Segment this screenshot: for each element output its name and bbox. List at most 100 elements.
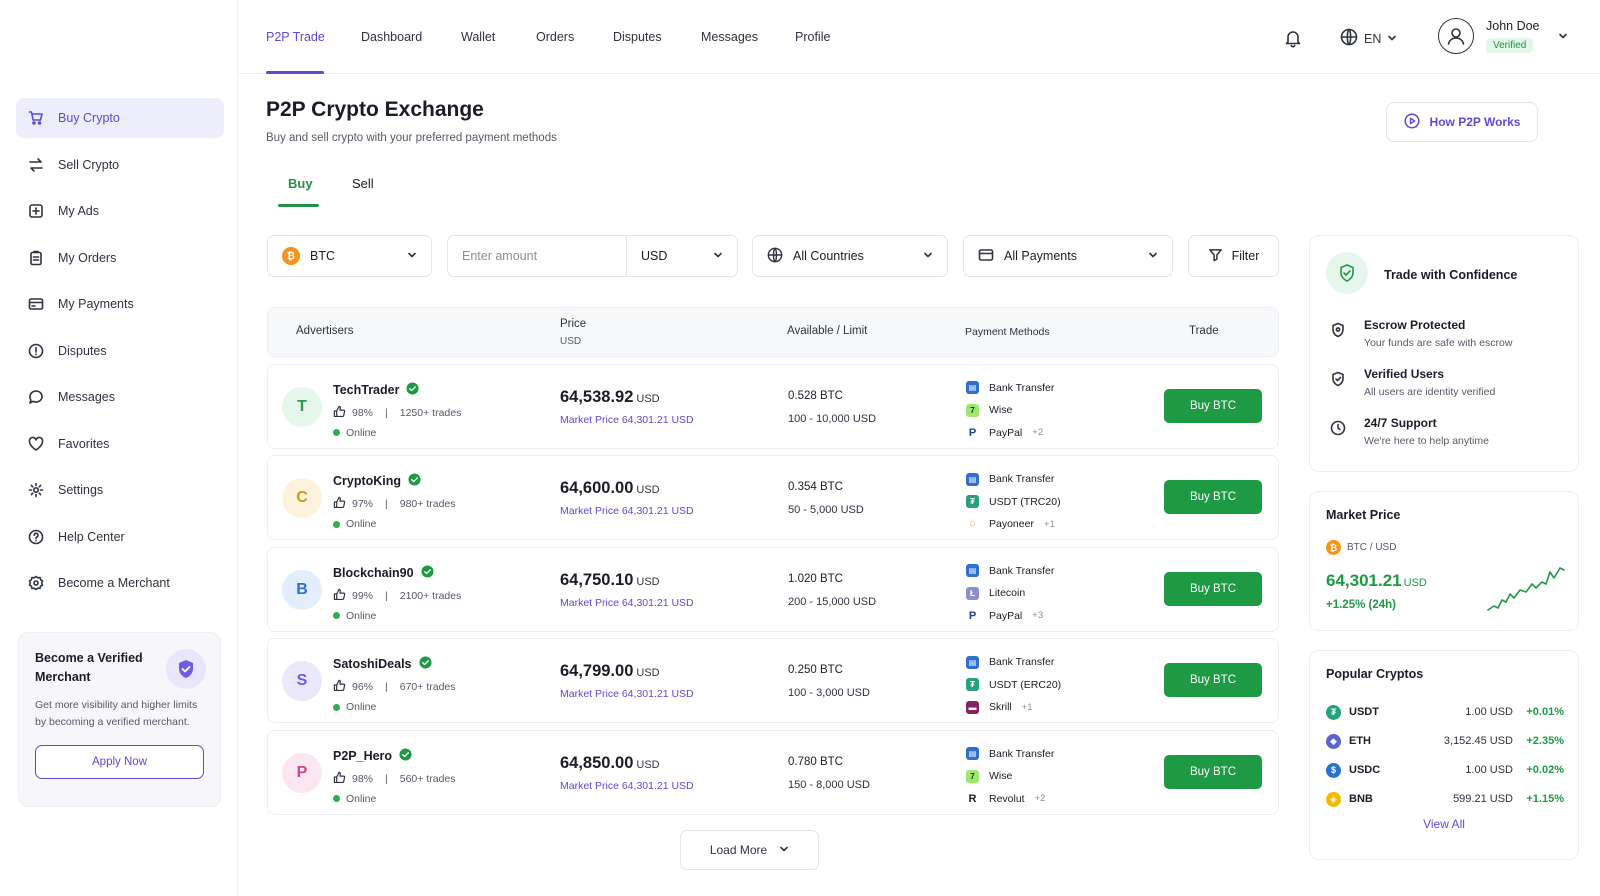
language-selector[interactable]: EN: [1340, 28, 1397, 49]
advertiser-name[interactable]: SatoshiDeals: [333, 656, 432, 672]
payment-method-label: Wise: [989, 770, 1013, 783]
bank-icon: ▤: [966, 472, 979, 486]
sidebar-item-help-center[interactable]: Help Center: [16, 517, 224, 557]
payment-methods: ▤ Bank Transfer ₮ USDT (ERC20) ▬ Skrill +1: [966, 651, 1061, 719]
payment-method: ▤ Bank Transfer: [966, 743, 1054, 766]
view-all-link[interactable]: View All: [1310, 817, 1578, 831]
available-amount: 0.780 BTC: [788, 755, 843, 768]
heart-icon: [28, 436, 44, 452]
sidebar-item-become-merchant[interactable]: Become a Merchant: [16, 563, 224, 603]
sidebar-item-my-orders[interactable]: My Orders: [16, 238, 224, 278]
bank-icon: ▤: [966, 381, 979, 395]
buy-btc-button[interactable]: Buy BTC: [1164, 663, 1262, 697]
sidebar-item-sell-crypto[interactable]: Sell Crypto: [16, 145, 224, 185]
sidebar-item-my-payments[interactable]: My Payments: [16, 284, 224, 324]
col-advertisers: Advertisers: [296, 325, 354, 337]
market-price-ref: Market Price 64,301.21 USD: [560, 688, 694, 700]
bnb-icon: ◈: [1326, 791, 1341, 807]
sidebar-item-favorites[interactable]: Favorites: [16, 424, 224, 464]
payment-method: ₮ USDT (ERC20): [966, 674, 1061, 697]
filter-button[interactable]: Filter: [1188, 235, 1279, 277]
globe-icon: [767, 247, 783, 266]
sidebar-item-label: Buy Crypto: [58, 111, 120, 125]
advertiser-stats: 97% | 980+ trades: [333, 496, 456, 512]
tab-profile[interactable]: Profile: [795, 30, 830, 44]
feature-verified: Verified Users All users are identity ver…: [1326, 367, 1495, 398]
notification-bell-icon[interactable]: [1283, 28, 1303, 48]
currency-select[interactable]: USD: [626, 235, 738, 277]
countries-select[interactable]: All Countries: [752, 235, 948, 277]
advertiser-name[interactable]: CryptoKing: [333, 473, 421, 489]
how-p2p-works-button[interactable]: How P2P Works: [1386, 102, 1538, 142]
merchant-icon: [28, 575, 44, 591]
advertiser-avatar[interactable]: C: [282, 478, 322, 518]
payment-method-label: USDT (TRC20): [989, 495, 1061, 508]
buy-btc-button[interactable]: Buy BTC: [1164, 754, 1262, 789]
tab-buy[interactable]: Buy: [288, 176, 313, 191]
sidebar-item-buy-crypto[interactable]: Buy Crypto: [16, 98, 224, 138]
table-body: T TechTrader 98% | 1250+ trades Online 6…: [267, 363, 1279, 815]
offer-price: 64,600.00 USD: [560, 479, 660, 498]
buy-btc-button[interactable]: Buy BTC: [1164, 571, 1262, 606]
btc-icon: ₿: [282, 247, 300, 265]
apply-now-button[interactable]: Apply Now: [35, 745, 204, 779]
promo-text: Get more visibility and higher limits by…: [35, 699, 198, 728]
offer-price-value: 64,600.00: [560, 479, 634, 497]
amount-input[interactable]: Enter amount: [447, 235, 627, 277]
tab-p2p-trade[interactable]: P2P Trade: [266, 30, 325, 44]
crypto-row-usdc[interactable]: $ USDC 1.00 USD +0.02%: [1326, 760, 1564, 780]
sidebar-item-label: Become a Merchant: [58, 576, 170, 590]
sidebar-item-settings[interactable]: Settings: [16, 470, 224, 510]
filter-label: Filter: [1231, 249, 1260, 263]
user-menu[interactable]: John Doe Verified: [1438, 18, 1568, 54]
page-subtitle: Buy and sell crypto with your preferred …: [266, 132, 557, 144]
payment-method-label: Skrill: [989, 701, 1012, 714]
crypto-row-eth[interactable]: ◆ ETH 3,152.45 USD +2.35%: [1326, 731, 1564, 751]
popular-cryptos-card: Popular Cryptos ₮ USDT 1.00 USD +0.01% ◆…: [1309, 650, 1579, 860]
load-more-button[interactable]: Load More: [680, 830, 819, 870]
advertiser-name[interactable]: Blockchain90: [333, 564, 434, 581]
order-limit: 200 - 15,000 USD: [788, 595, 877, 608]
litecoin-icon: Ł: [966, 586, 979, 600]
advertiser-avatar[interactable]: B: [282, 569, 322, 610]
tab-orders[interactable]: Orders: [536, 30, 574, 44]
buy-tab-indicator: [278, 204, 319, 207]
verified-badge: Verified: [1486, 38, 1534, 53]
sidebar-item-disputes[interactable]: Disputes: [16, 331, 224, 371]
sidebar-item-my-ads[interactable]: My Ads: [16, 191, 224, 231]
tab-wallet[interactable]: Wallet: [461, 30, 495, 44]
sidebar-item-messages[interactable]: Messages: [16, 377, 224, 417]
online-status: Online: [333, 427, 376, 439]
rating: 99%: [352, 589, 374, 602]
tab-messages[interactable]: Messages: [701, 30, 758, 44]
payment-method: ○ Payoneer +1: [966, 513, 1061, 536]
available-amount: 0.250 BTC: [788, 664, 843, 676]
buy-btc-button[interactable]: Buy BTC: [1164, 388, 1262, 423]
advertiser-name[interactable]: TechTrader: [333, 381, 420, 398]
advertiser-name[interactable]: P2P_Hero: [333, 747, 412, 764]
payment-method-label: Bank Transfer: [989, 656, 1055, 669]
load-more-label: Load More: [709, 843, 768, 857]
advertiser-avatar[interactable]: S: [282, 661, 322, 701]
wise-icon: 7: [966, 769, 979, 783]
payment-methods: ▤ Bank Transfer ₮ USDT (TRC20) ○ Payoneer +1: [966, 468, 1061, 536]
advertiser-avatar[interactable]: T: [282, 386, 322, 427]
tab-disputes[interactable]: Disputes: [613, 30, 662, 44]
gear-icon: [28, 482, 44, 498]
payments-select[interactable]: All Payments: [963, 235, 1173, 277]
online-dot-icon: [333, 429, 340, 436]
crypto-row-usdt[interactable]: ₮ USDT 1.00 USD +0.01%: [1326, 702, 1564, 722]
ads-icon: [28, 203, 44, 219]
online-label: Online: [346, 426, 377, 439]
coin-select[interactable]: ₿ BTC: [267, 235, 432, 277]
offer-price: 64,799.00 USD: [560, 662, 660, 681]
tab-dashboard[interactable]: Dashboard: [361, 30, 422, 44]
crypto-row-bnb[interactable]: ◈ BNB 599.21 USD +1.15%: [1326, 789, 1564, 809]
buy-btc-button[interactable]: Buy BTC: [1164, 480, 1262, 514]
advertiser-avatar[interactable]: P: [282, 752, 322, 793]
feature-support: 24/7 Support We're here to help anytime: [1326, 416, 1489, 447]
user-name: John Doe: [1486, 19, 1540, 33]
tab-sell[interactable]: Sell: [352, 176, 374, 191]
advertiser-stats: 98% | 1250+ trades: [333, 405, 461, 421]
offer-price-unit: USD: [636, 758, 660, 771]
